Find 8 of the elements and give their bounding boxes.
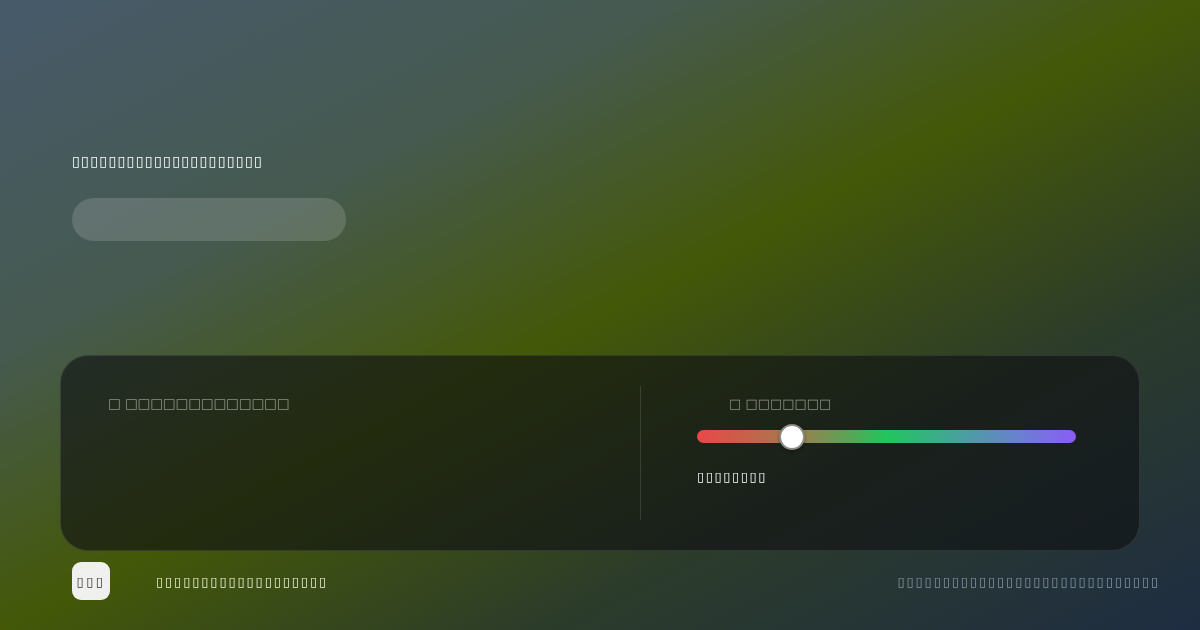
- tagline-text: ▯▯▯▯▯▯▯▯▯▯▯▯▯▯▯▯▯▯▯: [156, 573, 329, 589]
- section-label: □ □□□□□□□: [729, 396, 832, 412]
- section-label: □ □□□□□□□□□□□□□: [108, 396, 290, 412]
- slider-handle[interactable]: [778, 423, 805, 450]
- footer-note: ▯▯▯▯▯▯▯▯▯▯▯▯▯▯▯▯▯▯▯▯▯▯▯▯▯▯▯▯▯: [897, 573, 1160, 589]
- slider-value-text: ▯▯▯▯▯▯▯▯: [697, 469, 768, 485]
- logo-tile: ▯▯▯: [72, 562, 110, 600]
- heading-text: ▯▯▯▯▯▯▯▯▯▯▯▯▯▯▯▯▯▯▯▯▯: [72, 152, 264, 170]
